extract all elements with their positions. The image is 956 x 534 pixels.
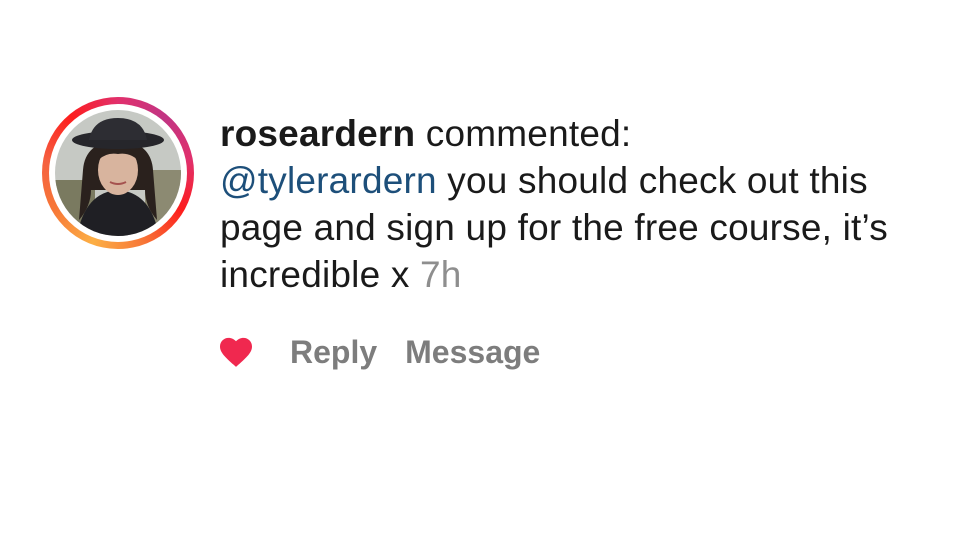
message-button[interactable]: Message [405, 334, 540, 371]
comment-time: 7h [420, 254, 462, 295]
reply-button[interactable]: Reply [290, 334, 377, 371]
comment-action-text: commented: [415, 113, 632, 154]
comment-actions: Reply Message [218, 330, 540, 374]
comment-username[interactable]: roseardern [220, 113, 415, 154]
comment-notification: roseardern commented: @tylerardern you s… [0, 0, 956, 534]
comment-mention[interactable]: @tylerardern [220, 160, 437, 201]
heart-icon[interactable] [218, 336, 254, 368]
avatar-story-ring[interactable] [42, 97, 194, 249]
avatar-ring-gap [49, 104, 187, 242]
comment-text: roseardern commented: @tylerardern you s… [220, 110, 920, 298]
avatar [55, 110, 181, 236]
